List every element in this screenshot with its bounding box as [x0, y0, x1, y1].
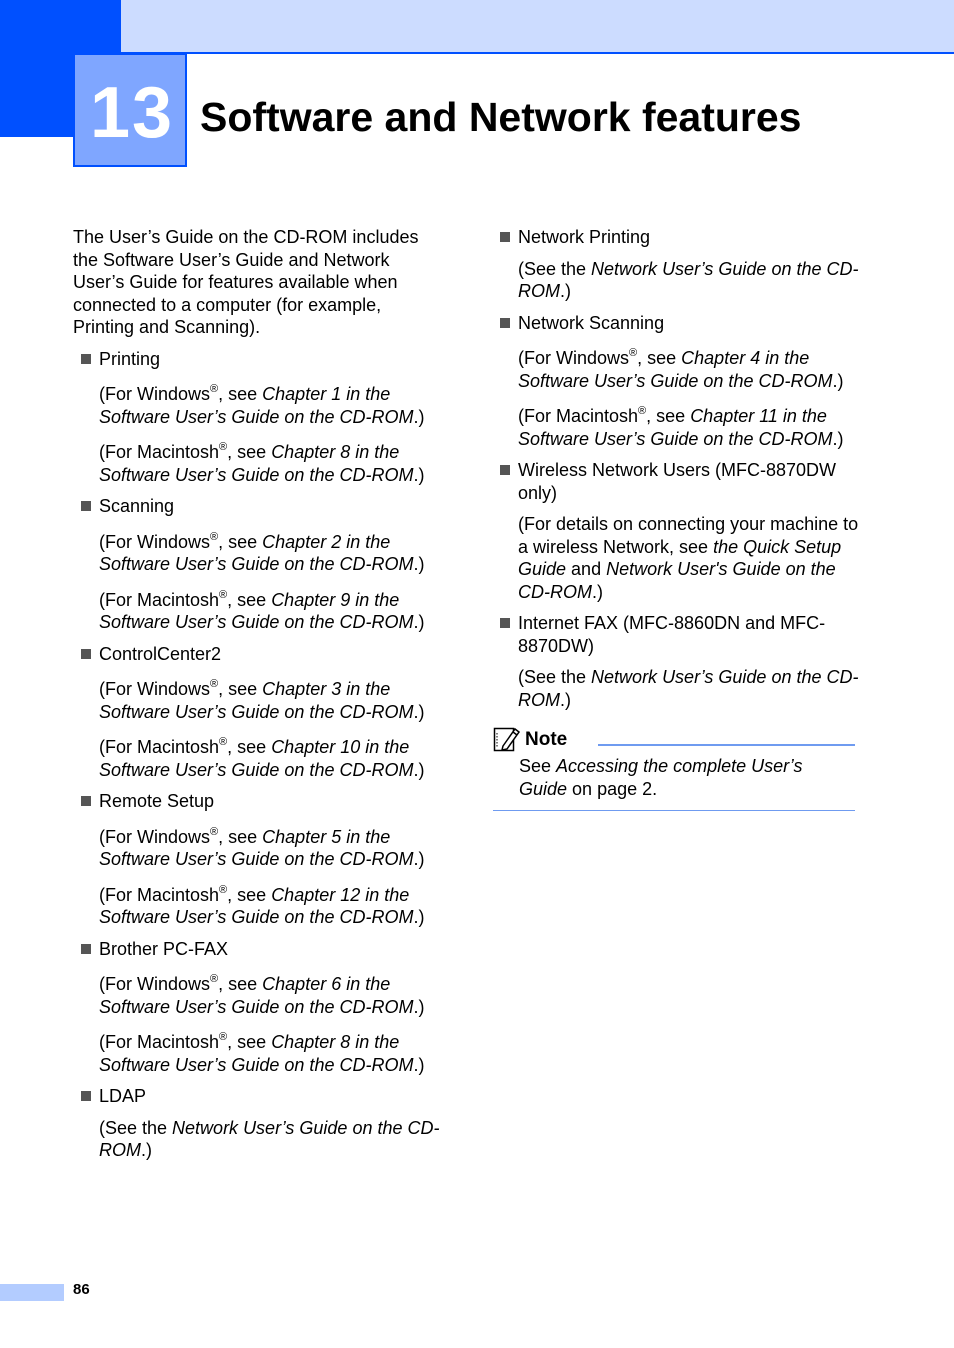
square-bullet-icon — [81, 353, 91, 364]
windows-reference: (For Windows®, see Chapter 3 in the Soft… — [99, 678, 425, 722]
square-bullet-icon — [500, 232, 510, 242]
square-bullet-icon — [500, 465, 510, 475]
macintosh-reference: (For Macintosh®, see Chapter 9 in the So… — [99, 588, 425, 632]
registered-mark: ® — [210, 530, 219, 543]
page-number: 86 — [73, 1281, 90, 1298]
feature-label: Scanning — [99, 496, 175, 516]
square-bullet-icon — [81, 796, 91, 806]
feature-list-item: Network Scanning (For Windows®, see Chapt… — [498, 312, 868, 451]
square-bullet-icon — [500, 317, 510, 328]
feature-label: ControlCenter2 — [99, 643, 222, 664]
feature-list-item: Network Printing (See the Network User’s … — [498, 226, 868, 303]
macintosh-reference: (For Macintosh®, see Chapter 10 in the S… — [99, 736, 425, 780]
footer-bar — [0, 1284, 64, 1301]
left-column: The User’s Guide on the CD-ROM includes … — [73, 226, 443, 1171]
registered-mark: ® — [210, 383, 219, 395]
macintosh-reference: (For Macintosh®, see Chapter 11 in the S… — [518, 405, 844, 449]
macintosh-reference: (For Macintosh®, see Chapter 12 in the S… — [99, 883, 425, 927]
feature-list-item: Brother PC-FAX (For Windows®, see Chapter… — [73, 938, 443, 1077]
note-text: See Accessing the complete User’s Guide … — [519, 756, 803, 799]
registered-mark: ® — [210, 973, 219, 985]
registered-mark: ® — [219, 736, 228, 748]
wireless-details: (For details on connecting your machine … — [518, 514, 859, 602]
registered-mark: ® — [219, 1031, 228, 1043]
network-guide-reference: (See the Network User’s Guide on the CD-… — [99, 1117, 440, 1161]
note-divider — [598, 744, 855, 746]
feature-list-left: Printing (For Windows®, see Chapter 1 in … — [73, 348, 443, 1162]
feature-label: Internet FAX (MFC-8860DN and MFC-8870DW) — [518, 613, 826, 656]
right-column: Network Printing (See the Network User’s … — [493, 226, 868, 811]
note-box: Note See Accessing the complete User’s G… — [493, 725, 855, 811]
feature-list-item: LDAP (See the Network User’s Guide on the… — [73, 1085, 443, 1162]
registered-mark: ® — [219, 588, 228, 601]
feature-list-right: Network Printing (See the Network User’s … — [498, 226, 868, 711]
registered-mark: ® — [219, 441, 228, 453]
feature-label: LDAP — [99, 1086, 147, 1106]
square-bullet-icon — [81, 648, 91, 659]
windows-reference: (For Windows®, see Chapter 2 in the Soft… — [99, 530, 425, 574]
note-header: Note — [493, 725, 855, 755]
feature-label: Network Printing — [518, 227, 651, 247]
feature-label: Remote Setup — [99, 791, 215, 811]
square-bullet-icon — [81, 1091, 91, 1101]
feature-list-item: Wireless Network Users (MFC-8870DW only)… — [498, 459, 868, 603]
chapter-number-box: 13 — [73, 53, 187, 167]
feature-label: Wireless Network Users (MFC-8870DW only) — [518, 460, 837, 503]
feature-list-item: Scanning (For Windows®, see Chapter 2 in … — [73, 495, 443, 634]
macintosh-reference: (For Macintosh®, see Chapter 8 in the So… — [99, 441, 425, 485]
feature-list-item: ControlCenter2 (For Windows®, see Chapter… — [73, 643, 443, 782]
registered-mark: ® — [219, 883, 228, 896]
header-band — [121, 0, 954, 54]
note-label: Note — [525, 729, 568, 750]
windows-reference: (For Windows®, see Chapter 6 in the Soft… — [99, 973, 425, 1017]
registered-mark: ® — [210, 825, 219, 838]
feature-list-item: Internet FAX (MFC-8860DN and MFC-8870DW)… — [498, 612, 868, 711]
feature-label: Printing — [99, 348, 161, 369]
square-bullet-icon — [81, 943, 91, 954]
feature-label: Network Scanning — [518, 312, 665, 333]
network-guide-reference: (See the Network User’s Guide on the CD-… — [518, 258, 859, 302]
macintosh-reference: (For Macintosh®, see Chapter 8 in the So… — [99, 1031, 425, 1075]
network-guide-reference: (See the Network User’s Guide on the CD-… — [518, 667, 859, 710]
intro-paragraph: The User’s Guide on the CD-ROM includes … — [73, 227, 419, 337]
note-link-text: Accessing the complete User’s Guide — [519, 756, 803, 799]
windows-reference: (For Windows®, see Chapter 1 in the Soft… — [99, 383, 425, 427]
chapter-title: Software and Network features — [200, 94, 802, 140]
registered-mark: ® — [629, 347, 638, 359]
square-bullet-icon — [81, 501, 91, 511]
registered-mark: ® — [210, 678, 219, 690]
windows-reference: (For Windows®, see Chapter 4 in the Soft… — [518, 347, 844, 391]
feature-list-item: Remote Setup (For Windows®, see Chapter 5… — [73, 790, 443, 929]
chapter-number: 13 — [89, 73, 175, 153]
feature-list-item: Printing (For Windows®, see Chapter 1 in … — [73, 348, 443, 487]
feature-label: Brother PC-FAX — [99, 938, 229, 959]
square-bullet-icon — [500, 618, 510, 628]
registered-mark: ® — [638, 405, 647, 417]
windows-reference: (For Windows®, see Chapter 5 in the Soft… — [99, 825, 425, 869]
note-pencil-icon — [493, 727, 521, 752]
